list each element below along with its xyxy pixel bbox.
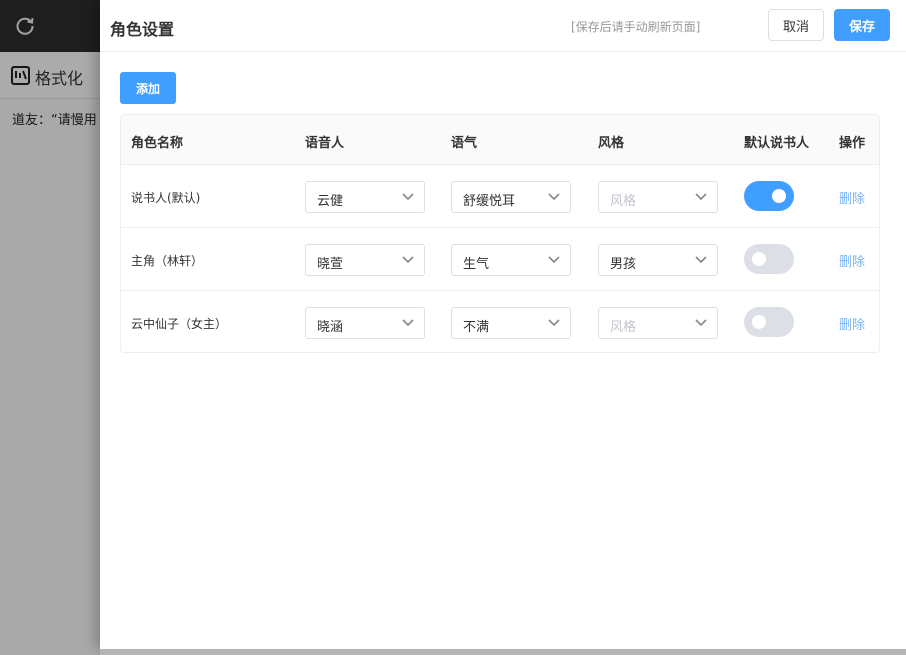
switch-knob <box>752 315 766 329</box>
voice-value: 云健 <box>317 194 344 209</box>
chevron-down-icon <box>695 193 707 201</box>
default-narrator-switch[interactable] <box>744 181 794 211</box>
style-select[interactable]: 男孩 <box>598 244 718 276</box>
chevron-down-icon <box>402 256 414 264</box>
delete-link[interactable]: 删除 <box>839 314 865 333</box>
table-row: 说书人(默认) 云健 舒缓悦耳 风格 删除 <box>121 164 879 227</box>
voice-select[interactable]: 晓涵 <box>305 307 425 339</box>
table-header: 角色名称 语音人 语气 风格 默认说书人 操作 <box>121 115 879 165</box>
style-placeholder: 风格 <box>610 194 637 209</box>
voice-value: 晓萱 <box>317 257 344 272</box>
tone-value: 舒缓悦耳 <box>463 194 516 209</box>
add-role-button[interactable]: 添加 <box>120 72 176 104</box>
switch-knob <box>772 189 786 203</box>
voice-select[interactable]: 晓萱 <box>305 244 425 276</box>
switch-knob <box>752 252 766 266</box>
chevron-down-icon <box>695 256 707 264</box>
default-narrator-switch[interactable] <box>744 244 794 274</box>
drawer-header: 角色设置 [保存后请手动刷新页面] 取消 保存 <box>100 0 906 52</box>
table-row: 主角（林轩） 晓萱 生气 男孩 删除 <box>121 227 879 290</box>
tone-select[interactable]: 不满 <box>451 307 571 339</box>
roles-table: 角色名称 语音人 语气 风格 默认说书人 操作 说书人(默认) 云健 舒缓悦耳 … <box>120 114 880 353</box>
tone-select[interactable]: 生气 <box>451 244 571 276</box>
style-placeholder: 风格 <box>610 320 637 335</box>
style-select[interactable]: 风格 <box>598 307 718 339</box>
save-hint: [保存后请手动刷新页面] <box>571 20 701 34</box>
tone-value: 不满 <box>463 320 490 335</box>
header-style: 风格 <box>598 136 625 151</box>
chevron-down-icon <box>548 256 560 264</box>
role-settings-drawer: 角色设置 [保存后请手动刷新页面] 取消 保存 添加 角色名称 语音人 语气 风… <box>100 0 906 649</box>
chevron-down-icon <box>695 319 707 327</box>
header-tone: 语气 <box>451 136 478 151</box>
header-voice: 语音人 <box>305 136 345 151</box>
default-narrator-switch[interactable] <box>744 307 794 337</box>
delete-link[interactable]: 删除 <box>839 251 865 270</box>
save-button[interactable]: 保存 <box>834 9 890 41</box>
style-value: 男孩 <box>610 257 637 272</box>
cancel-button[interactable]: 取消 <box>768 9 824 41</box>
chevron-down-icon <box>402 319 414 327</box>
header-default-narrator: 默认说书人 <box>744 136 810 151</box>
chevron-down-icon <box>548 193 560 201</box>
drawer-bottom-edge <box>100 649 906 655</box>
tone-value: 生气 <box>463 257 490 272</box>
chevron-down-icon <box>402 193 414 201</box>
chevron-down-icon <box>548 319 560 327</box>
header-role-name: 角色名称 <box>131 136 184 151</box>
voice-value: 晓涵 <box>317 320 344 335</box>
drawer-title: 角色设置 <box>110 20 175 39</box>
role-name: 说书人(默认) <box>131 191 201 205</box>
table-row: 云中仙子（女主） 晓涵 不满 风格 删除 <box>121 290 879 353</box>
tone-select[interactable]: 舒缓悦耳 <box>451 181 571 213</box>
delete-link[interactable]: 删除 <box>839 188 865 207</box>
voice-select[interactable]: 云健 <box>305 181 425 213</box>
role-name: 云中仙子（女主） <box>131 317 228 331</box>
role-name: 主角（林轩） <box>131 254 204 268</box>
header-actions: 操作 <box>839 136 866 151</box>
style-select[interactable]: 风格 <box>598 181 718 213</box>
